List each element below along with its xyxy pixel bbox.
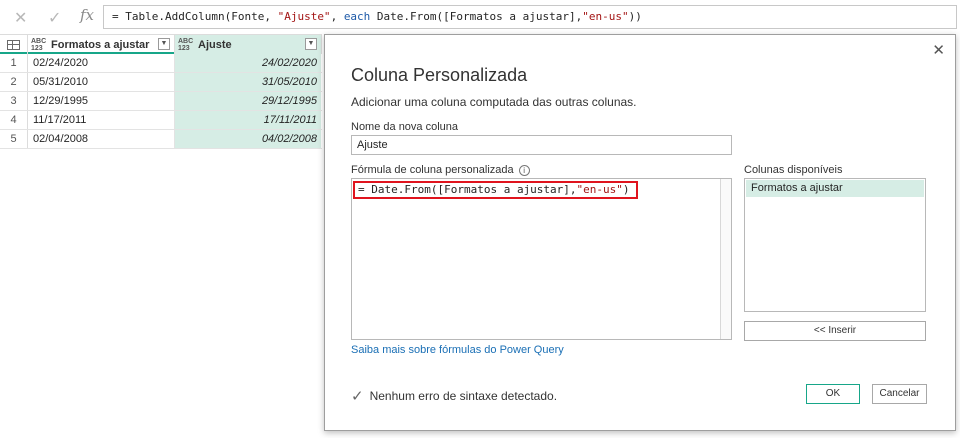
- formula-text-rest: Date.From([Formatos a ajustar],: [370, 10, 583, 23]
- type-any-icon: ABC 123: [178, 38, 196, 52]
- status-text: Nenhum erro de sintaxe detectado.: [369, 389, 558, 403]
- formula-bar: ✕ ✓ fx = Table.AddColumn(Fonte, "Ajuste"…: [0, 0, 960, 33]
- cell-ajuste[interactable]: 24/02/2020: [175, 54, 321, 72]
- cell-ajuste[interactable]: 17/11/2011: [175, 111, 321, 129]
- ok-button[interactable]: OK: [806, 384, 860, 404]
- syntax-status: ✓ Nenhum erro de sintaxe detectado.: [351, 387, 557, 405]
- type-icon-bottom: 123: [178, 44, 190, 52]
- filter-dropdown-icon[interactable]: ▼: [158, 38, 170, 50]
- cell-formatos[interactable]: 02/04/2008: [28, 130, 175, 148]
- row-number: 4: [0, 111, 28, 129]
- formula-separator: ,: [330, 10, 344, 23]
- column-header-formatos[interactable]: ABC 123 Formatos a ajustar ▼: [28, 35, 175, 54]
- row-number: 3: [0, 92, 28, 110]
- type-icon-bottom: 123: [31, 44, 43, 52]
- table-icon: [7, 39, 20, 50]
- row-number: 1: [0, 54, 28, 72]
- learn-more-link[interactable]: Saiba mais sobre fórmulas do Power Query: [351, 344, 564, 356]
- cancel-formula-icon[interactable]: ✕: [14, 8, 27, 28]
- formula-text-prefix: = Table.AddColumn(Fonte,: [112, 10, 278, 23]
- available-columns-list: Formatos a ajustar: [744, 178, 926, 312]
- column-header-ajuste[interactable]: ABC 123 Ajuste ▼: [175, 35, 322, 54]
- formula-input[interactable]: = Table.AddColumn(Fonte, "Ajuste", each …: [103, 5, 957, 29]
- cell-ajuste[interactable]: 29/12/1995: [175, 92, 321, 110]
- column-name: Formatos a ajustar: [51, 38, 150, 51]
- row-number: 5: [0, 130, 28, 148]
- type-icon-top: ABC: [31, 37, 47, 45]
- table-row[interactable]: 2 05/31/2010 31/05/2010: [0, 73, 322, 92]
- grid-header: ABC 123 Formatos a ajustar ▼ ABC 123 Ajust…: [0, 34, 322, 54]
- type-icon-top: ABC: [178, 37, 194, 45]
- custom-column-dialog: ✕ Coluna Personalizada Adicionar uma col…: [324, 34, 956, 431]
- type-any-icon: ABC 123: [31, 38, 49, 52]
- cell-formatos[interactable]: 11/17/2011: [28, 111, 175, 129]
- formula-label-text: Fórmula de coluna personalizada: [351, 164, 514, 176]
- code-prefix: = Date.From([Formatos a ajustar],: [358, 183, 577, 196]
- close-icon[interactable]: ✕: [932, 41, 945, 59]
- code-end: ): [622, 183, 630, 196]
- info-icon[interactable]: i: [518, 164, 530, 176]
- dialog-title: Coluna Personalizada: [351, 65, 528, 85]
- confirm-formula-icon[interactable]: ✓: [48, 8, 61, 28]
- formula-text-end: )): [628, 10, 642, 23]
- code-string-culture: "en-us": [576, 183, 623, 196]
- formula-label: Fórmula de coluna personalizada i: [351, 164, 530, 176]
- table-row[interactable]: 1 02/24/2020 24/02/2020: [0, 54, 322, 73]
- formula-string-ajuste: "Ajuste": [277, 10, 331, 23]
- table-row[interactable]: 5 02/04/2008 04/02/2008: [0, 130, 322, 149]
- table-row[interactable]: 3 12/29/1995 29/12/1995: [0, 92, 322, 111]
- dialog-subtitle: Adicionar uma coluna computada das outra…: [351, 95, 637, 109]
- formula-string-culture: "en-us": [582, 10, 629, 23]
- table-menu-button[interactable]: [0, 35, 28, 54]
- table-row[interactable]: 4 11/17/2011 17/11/2011: [0, 111, 322, 130]
- formula-editor[interactable]: = Date.From([Formatos a ajustar],"en-us"…: [351, 178, 732, 340]
- data-grid: ABC 123 Formatos a ajustar ▼ ABC 123 Ajust…: [0, 34, 322, 149]
- check-icon: ✓: [351, 388, 364, 405]
- cancel-button[interactable]: Cancelar: [872, 384, 927, 404]
- editor-scrollbar[interactable]: [720, 179, 731, 339]
- cell-ajuste[interactable]: 31/05/2010: [175, 73, 321, 91]
- cell-formatos[interactable]: 12/29/1995: [28, 92, 175, 110]
- column-name: Ajuste: [198, 38, 232, 51]
- fx-icon: fx: [80, 6, 95, 24]
- formula-code-highlighted[interactable]: = Date.From([Formatos a ajustar],"en-us"…: [353, 181, 638, 199]
- insert-button[interactable]: << Inserir: [744, 321, 926, 341]
- cell-formatos[interactable]: 05/31/2010: [28, 73, 175, 91]
- new-column-name-input[interactable]: Ajuste: [351, 135, 732, 155]
- row-number: 2: [0, 73, 28, 91]
- cell-ajuste[interactable]: 04/02/2008: [175, 130, 321, 148]
- filter-dropdown-icon[interactable]: ▼: [305, 38, 317, 50]
- new-column-name-label: Nome da nova coluna: [351, 121, 459, 133]
- available-columns-label: Colunas disponíveis: [744, 164, 843, 176]
- list-item[interactable]: Formatos a ajustar: [746, 180, 924, 197]
- formula-keyword-each: each: [343, 10, 371, 23]
- cell-formatos[interactable]: 02/24/2020: [28, 54, 175, 72]
